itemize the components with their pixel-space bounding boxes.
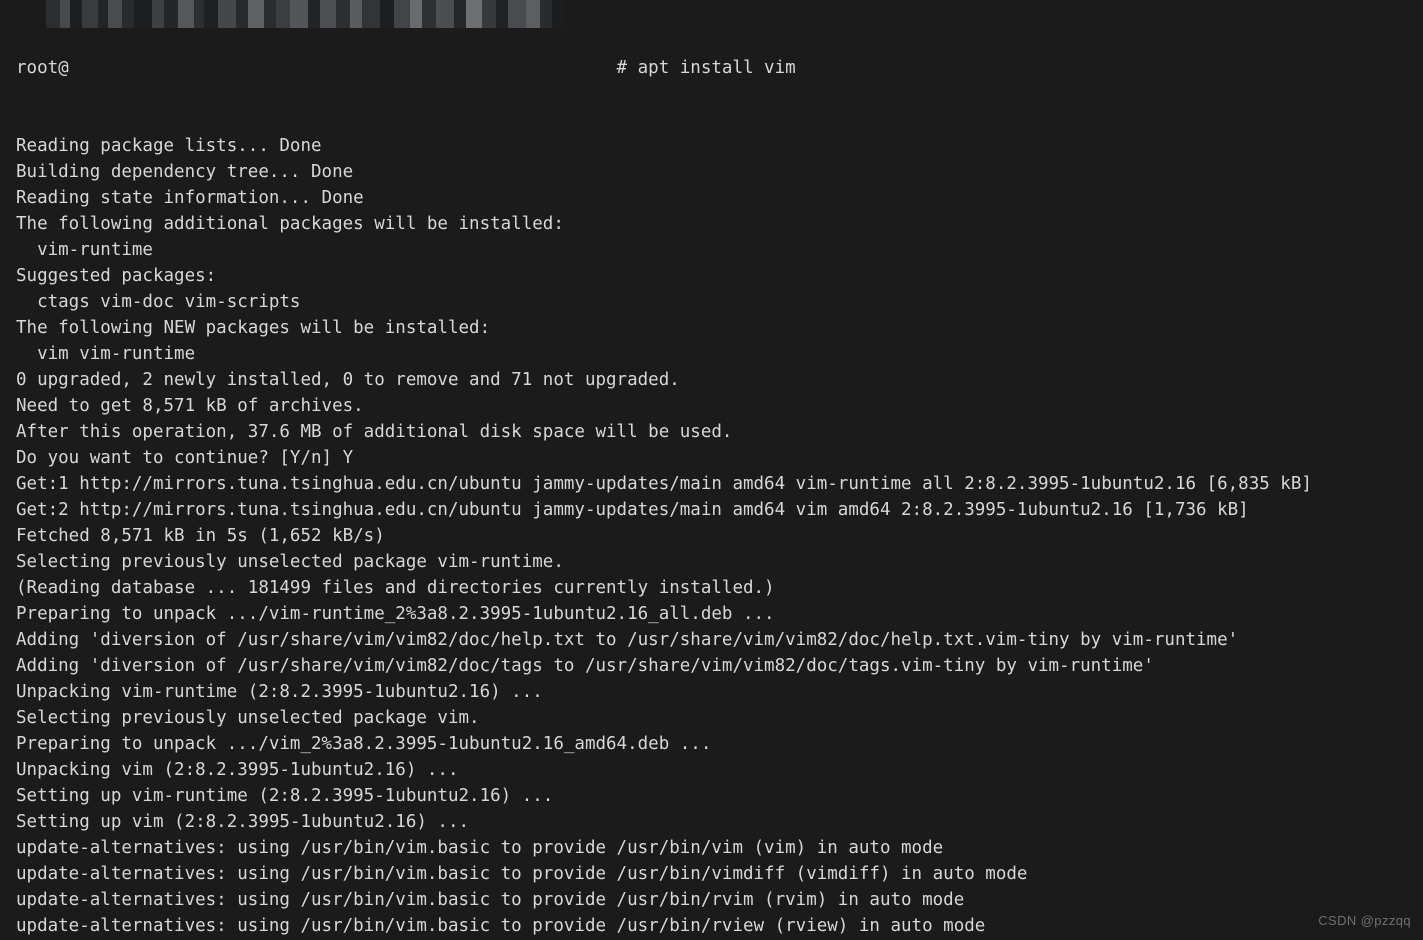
terminal-line: Building dependency tree... Done bbox=[16, 162, 354, 182]
terminal-line: After this operation, 37.6 MB of additio… bbox=[16, 422, 733, 442]
terminal-line: vim-runtime bbox=[16, 240, 153, 260]
terminal-prompt-line: root@ # apt install vim bbox=[16, 58, 796, 78]
terminal-line: Selecting previously unselected package … bbox=[16, 552, 564, 572]
terminal-line: update-alternatives: using /usr/bin/vim.… bbox=[16, 890, 965, 910]
terminal-line: Setting up vim-runtime (2:8.2.3995-1ubun… bbox=[16, 786, 554, 806]
terminal-line: Suggested packages: bbox=[16, 266, 217, 286]
terminal-line: Reading state information... Done bbox=[16, 188, 364, 208]
terminal-line: The following NEW packages will be insta… bbox=[16, 318, 491, 338]
terminal-line: update-alternatives: using /usr/bin/vim.… bbox=[16, 838, 944, 858]
terminal-line: update-alternatives: using /usr/bin/vim.… bbox=[16, 864, 1028, 884]
terminal-line: Preparing to unpack .../vim_2%3a8.2.3995… bbox=[16, 734, 712, 754]
terminal-line: Adding 'diversion of /usr/share/vim/vim8… bbox=[16, 656, 1154, 676]
terminal-line: Reading package lists... Done bbox=[16, 136, 322, 156]
terminal-line: Do you want to continue? [Y/n] Y bbox=[16, 448, 354, 468]
terminal-line: ctags vim-doc vim-scripts bbox=[16, 292, 301, 312]
terminal-line: update-alternatives: using /usr/bin/vim.… bbox=[16, 916, 986, 936]
terminal-line: Fetched 8,571 kB in 5s (1,652 kB/s) bbox=[16, 526, 385, 546]
terminal-line: Preparing to unpack .../vim-runtime_2%3a… bbox=[16, 604, 775, 624]
terminal-line: (Reading database ... 181499 files and d… bbox=[16, 578, 775, 598]
terminal-line: 0 upgraded, 2 newly installed, 0 to remo… bbox=[16, 370, 680, 390]
terminal-line: Get:2 http://mirrors.tuna.tsinghua.edu.c… bbox=[16, 500, 1249, 520]
terminal-line: Need to get 8,571 kB of archives. bbox=[16, 396, 364, 416]
terminal-window[interactable]: root@ # apt install vim Reading package … bbox=[0, 0, 1423, 940]
terminal-line: Selecting previously unselected package … bbox=[16, 708, 480, 728]
terminal-output: root@ # apt install vim Reading package … bbox=[16, 3, 1312, 940]
terminal-line: Setting up vim (2:8.2.3995-1ubuntu2.16) … bbox=[16, 812, 470, 832]
terminal-line: The following additional packages will b… bbox=[16, 214, 564, 234]
terminal-log-lines: Reading package lists... Done Building de… bbox=[16, 133, 1312, 940]
terminal-line: Get:1 http://mirrors.tuna.tsinghua.edu.c… bbox=[16, 474, 1312, 494]
terminal-line: Adding 'diversion of /usr/share/vim/vim8… bbox=[16, 630, 1239, 650]
terminal-line: vim vim-runtime bbox=[16, 344, 196, 364]
watermark-label: CSDN @pzzqq bbox=[1318, 913, 1411, 928]
terminal-line: Unpacking vim (2:8.2.3995-1ubuntu2.16) .… bbox=[16, 760, 459, 780]
terminal-line: Unpacking vim-runtime (2:8.2.3995-1ubunt… bbox=[16, 682, 543, 702]
